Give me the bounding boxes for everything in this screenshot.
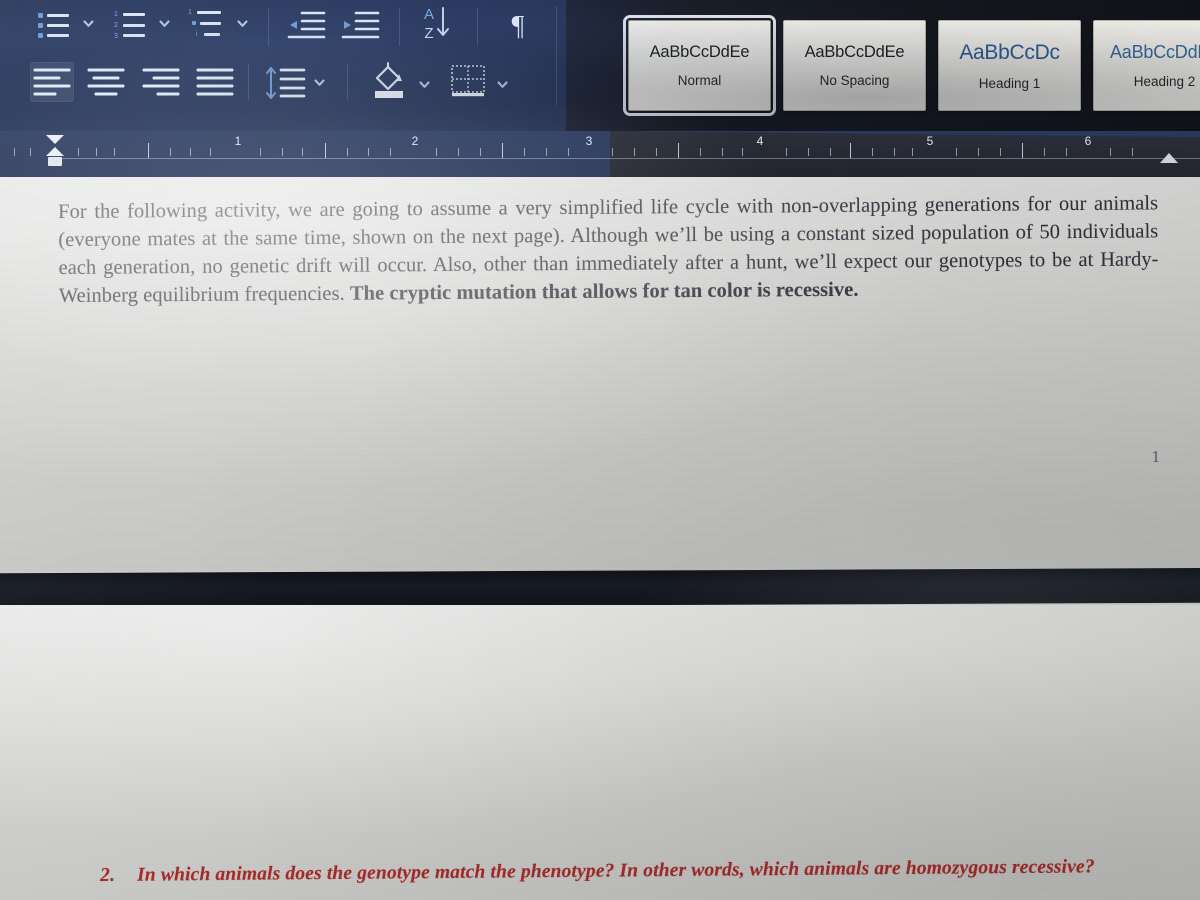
right-indent-marker[interactable]: [1160, 153, 1178, 163]
body-paragraph: For the following activity, we are going…: [58, 192, 1159, 307]
numbering-icon[interactable]: 1 2 3: [110, 5, 150, 45]
page-number: 1: [1151, 447, 1161, 466]
style-sample-text: AaBbCcDdEe: [649, 43, 750, 61]
ribbon-divider: [399, 8, 400, 46]
style-no-spacing[interactable]: AaBbCcDdEe No Spacing: [783, 20, 926, 111]
ribbon-divider: [347, 64, 348, 100]
first-line-indent-marker[interactable]: [46, 135, 64, 144]
question-number: 2.: [100, 864, 116, 886]
style-name: Heading 2: [1133, 74, 1196, 89]
line-spacing-icon[interactable]: [262, 62, 308, 102]
ruler-number: 2: [411, 134, 419, 148]
word-document-photo-screenshot: 1 2 3 1 i A Z ¶ AaBbCcDdEe Normal AaBbCc…: [0, 0, 1200, 900]
increase-indent-icon[interactable]: [340, 5, 382, 45]
align-left-icon[interactable]: [30, 62, 74, 102]
style-name: No Spacing: [819, 73, 890, 88]
ribbon-divider: [477, 8, 478, 46]
svg-text:A: A: [424, 6, 434, 23]
document-page-1: For the following activity, we are going…: [0, 177, 1200, 571]
ribbon-divider: [268, 8, 269, 46]
style-sample-text: AaBbCcDdEe: [804, 43, 905, 61]
list-item: 2. In which animals does the genotype ma…: [100, 851, 1160, 891]
bullets-dropdown-chevron-down-icon[interactable]: [82, 17, 95, 30]
ribbon-divider: [556, 6, 557, 106]
document-page-2: 2. In which animals does the genotype ma…: [0, 605, 1200, 900]
style-name: Heading 1: [978, 75, 1041, 91]
sort-icon[interactable]: A Z: [416, 2, 460, 46]
ruler-number: 1: [234, 134, 242, 148]
align-center-icon[interactable]: [84, 62, 128, 102]
ruler-number: 6: [1084, 134, 1092, 148]
document-canvas[interactable]: For the following activity, we are going…: [0, 177, 1200, 900]
styles-gallery: AaBbCcDdEe Normal AaBbCcDdEe No Spacing …: [600, 0, 1200, 131]
ribbon-divider: [248, 64, 249, 100]
bullets-icon[interactable]: [34, 5, 74, 45]
shading-dropdown-chevron-down-icon[interactable]: [418, 78, 431, 91]
svg-text:¶: ¶: [512, 11, 525, 42]
hanging-indent-marker[interactable]: [46, 147, 64, 156]
style-heading-2[interactable]: AaBbCcDdEe Heading 2: [1093, 20, 1200, 111]
borders-icon[interactable]: [446, 60, 490, 104]
borders-dropdown-chevron-down-icon[interactable]: [496, 78, 509, 91]
page-break-gap: [0, 567, 1200, 609]
ribbon-paragraph-and-styles: 1 2 3 1 i A Z ¶ AaBbCcDdEe Normal AaBbCc…: [0, 0, 1200, 131]
line-spacing-dropdown-chevron-down-icon[interactable]: [313, 76, 326, 89]
style-sample-text: AaBbCcDdEe: [1109, 42, 1200, 62]
ruler-number: 5: [926, 134, 934, 148]
multilevel-list-dropdown-chevron-down-icon[interactable]: [236, 17, 249, 30]
shading-icon[interactable]: [368, 60, 414, 104]
horizontal-ruler[interactable]: 1 2 3 4 5 6: [0, 131, 1200, 177]
style-name: Normal: [677, 73, 722, 88]
show-formatting-marks-icon[interactable]: ¶: [500, 5, 536, 45]
multilevel-list-icon[interactable]: 1 i: [186, 5, 228, 45]
ruler-baseline: [60, 158, 1200, 159]
left-indent-marker[interactable]: [48, 157, 62, 166]
style-heading-1[interactable]: AaBbCcDc Heading 1: [938, 20, 1081, 111]
numbering-dropdown-chevron-down-icon[interactable]: [158, 17, 171, 30]
ruler-number: 4: [756, 134, 764, 148]
svg-text:Z: Z: [424, 25, 433, 42]
align-right-icon[interactable]: [139, 62, 183, 102]
style-normal[interactable]: AaBbCcDdEe Normal: [623, 15, 776, 116]
question-text: In which animals does the genotype match…: [137, 856, 1095, 886]
decrease-indent-icon[interactable]: [286, 5, 328, 45]
style-sample-text: AaBbCcDc: [959, 40, 1060, 64]
justify-icon[interactable]: [193, 62, 237, 102]
question-list: 2. In which animals does the genotype ma…: [100, 851, 1161, 900]
ruler-number: 3: [585, 134, 593, 148]
